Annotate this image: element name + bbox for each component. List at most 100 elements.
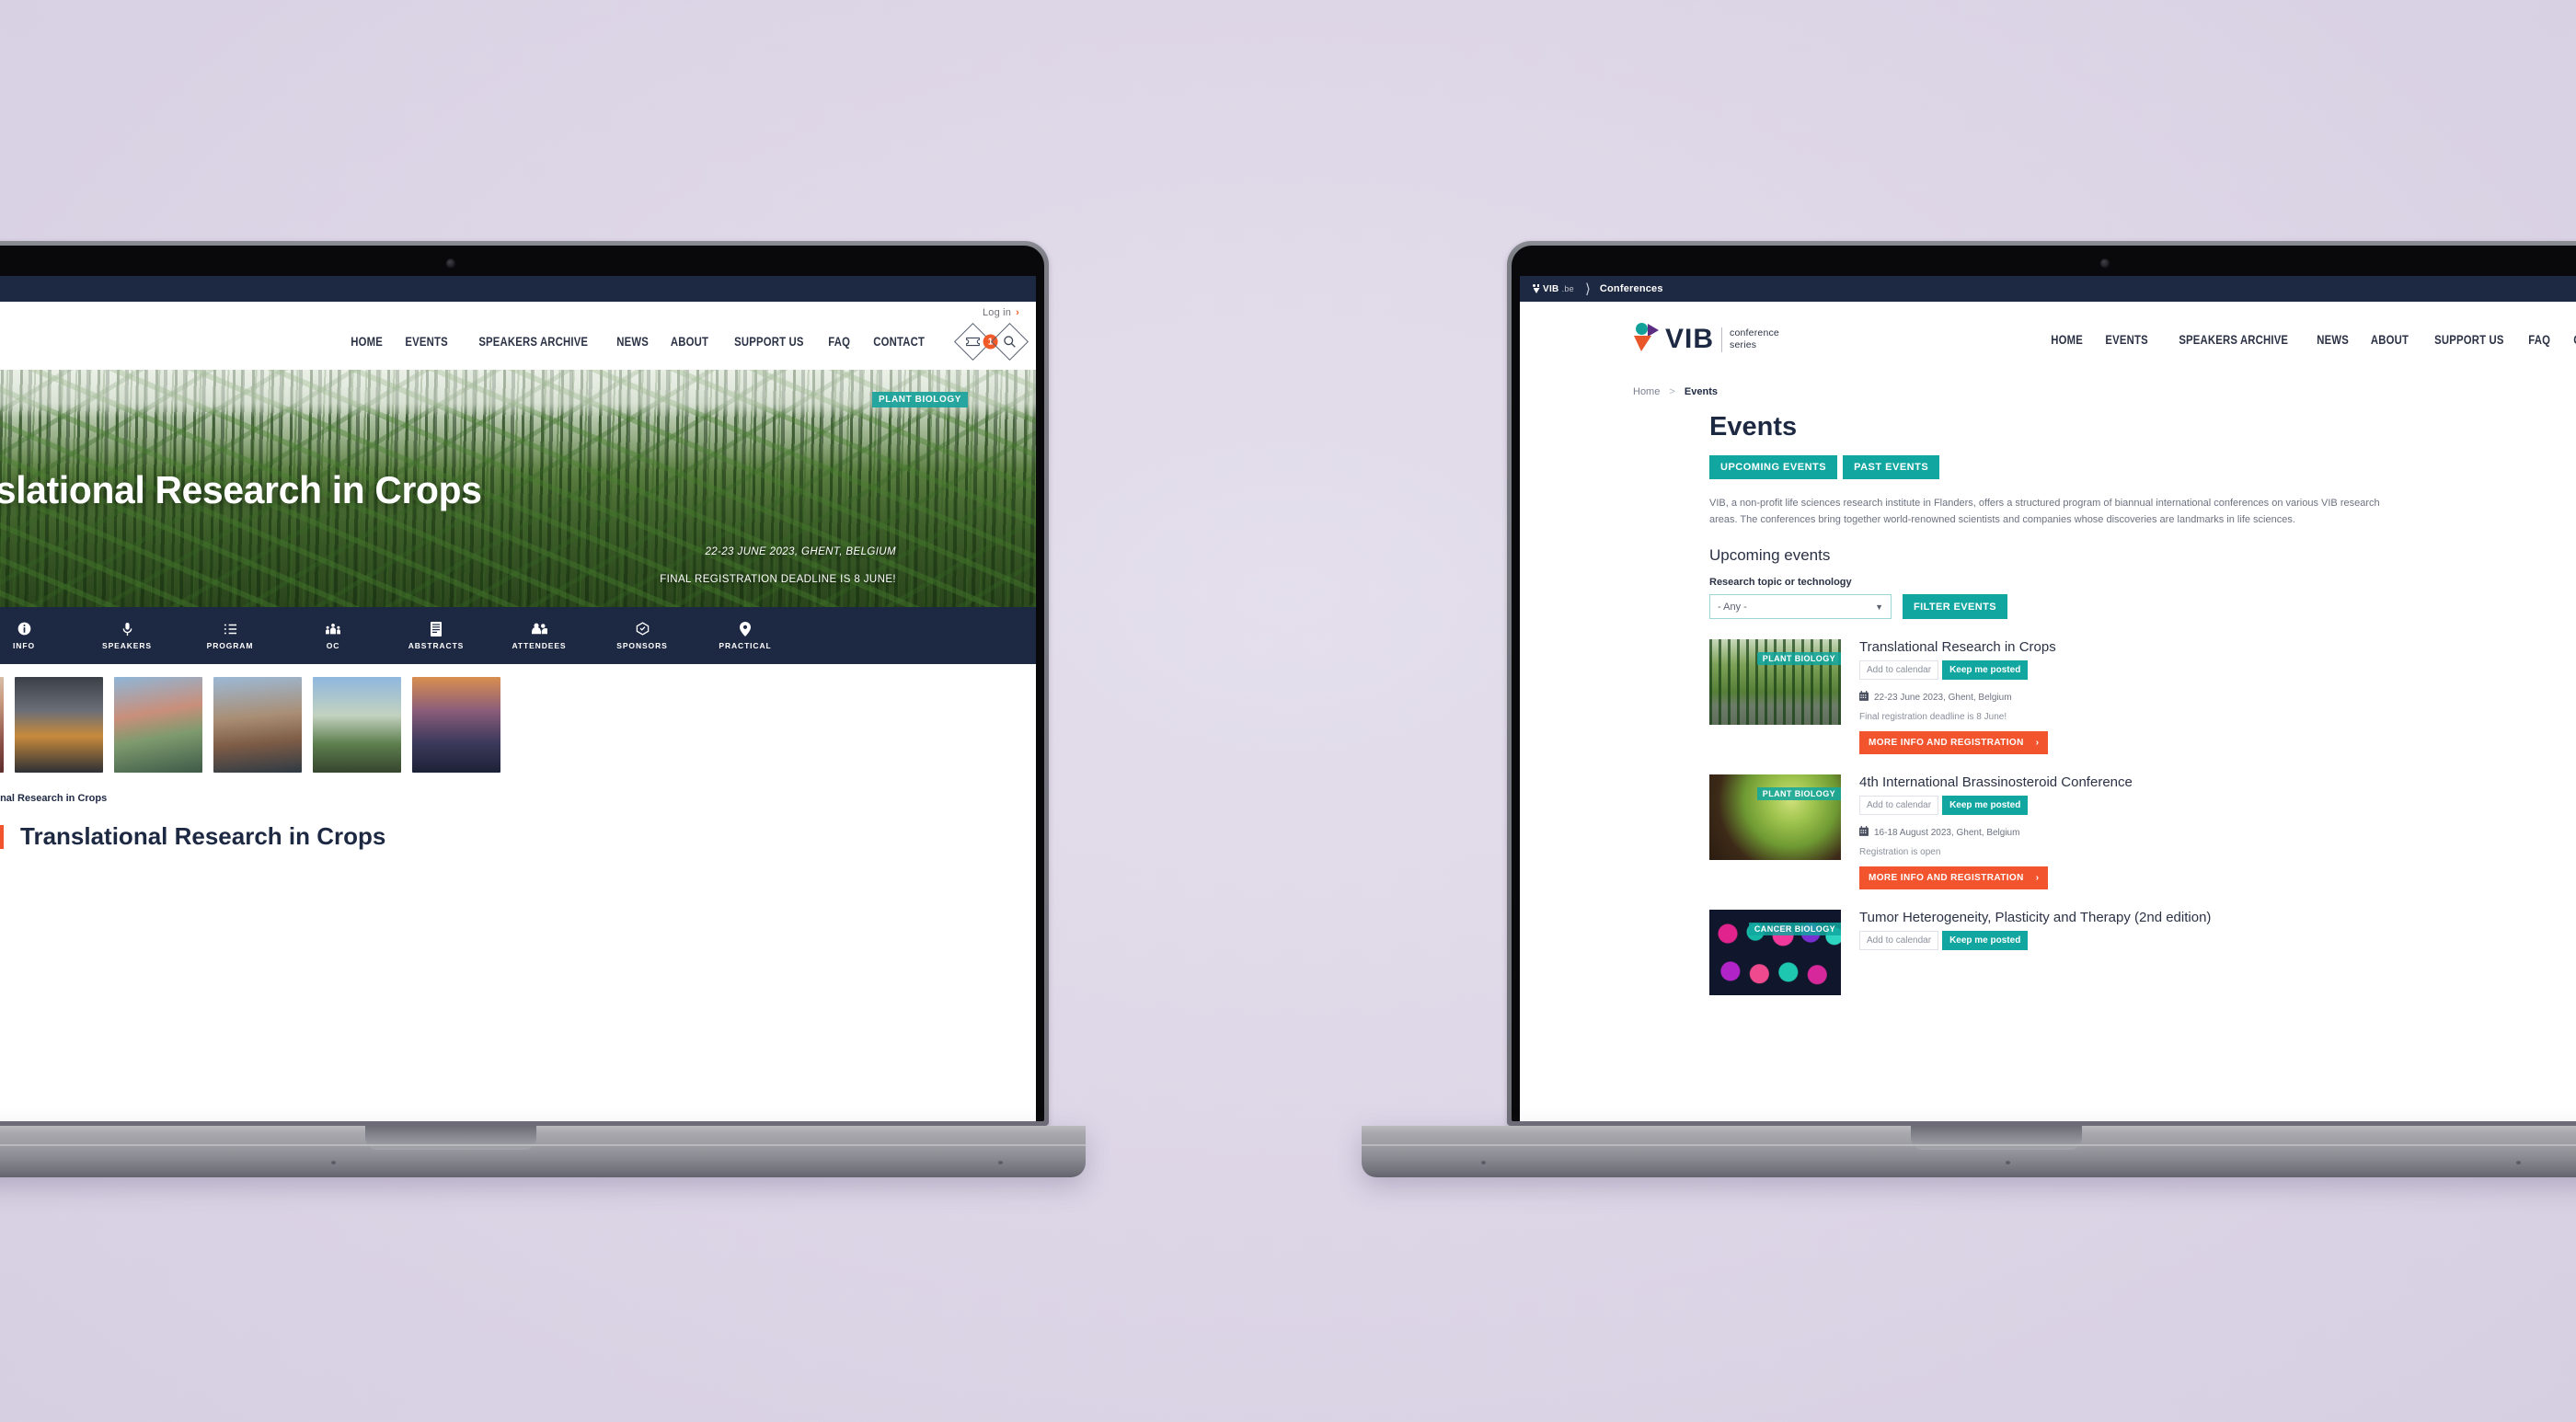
nav-item-support-us[interactable]: SUPPORT US	[2435, 333, 2504, 347]
anchor-label: INFO	[13, 641, 35, 650]
filter-events-button[interactable]: FILTER EVENTS	[1903, 594, 2007, 620]
anchor-label: OC	[326, 641, 340, 650]
more-info-registration-button[interactable]: MORE INFO AND REGISTRATION ›	[1859, 866, 2049, 890]
breadcrumb-current: Events	[1684, 386, 1718, 397]
nav-item-events[interactable]: EVENTS	[406, 335, 448, 349]
login-label: Log in	[982, 307, 1012, 318]
event-date-row: 16-18 August 2023, Ghent, Belgium	[1859, 826, 2576, 839]
logo-subtitle-line2: series	[1730, 339, 1757, 350]
nav-item-about[interactable]: ABOUT	[2371, 333, 2409, 347]
vib-person-icon	[1533, 283, 1540, 294]
anchor-info[interactable]: INFO	[0, 621, 75, 650]
left-laptop-notch	[365, 1126, 536, 1150]
gallery-image[interactable]	[114, 677, 202, 773]
right-laptop-lid: VIB .be ⟩ Conferences Log in VIB	[1507, 241, 2576, 1126]
anchor-speakers[interactable]: SPEAKERS	[75, 621, 178, 650]
anchor-oc[interactable]: OC	[282, 621, 385, 650]
filter-row: - Any - ▼ FILTER EVENTS	[1709, 594, 2576, 620]
event-actions: Add to calendar Keep me posted	[1859, 660, 2576, 681]
more-info-registration-button[interactable]: MORE INFO AND REGISTRATION ›	[1859, 731, 2049, 755]
nav-item-home[interactable]: HOME	[2051, 333, 2083, 347]
hero-deadline: FINAL REGISTRATION DEADLINE IS 8 JUNE!	[660, 574, 896, 585]
tab-past-events[interactable]: PAST EVENTS	[1843, 455, 1940, 479]
event-thumbnail[interactable]: PLANT BIOLOGY	[1709, 774, 1841, 861]
nav-item-support-us[interactable]: SUPPORT US	[735, 335, 804, 349]
hero-title: Translational Research in Crops	[0, 468, 482, 511]
anchor-sponsors[interactable]: SPONSORS	[591, 621, 694, 650]
nav-item-news[interactable]: NEWS	[616, 335, 649, 349]
nav-item-speakers-archive[interactable]: SPEAKERS ARCHIVE	[478, 335, 588, 349]
event-list-item[interactable]: PLANT BIOLOGY Translational Research in …	[1709, 639, 2576, 755]
gallery-image[interactable]	[213, 677, 302, 773]
anchor-practical[interactable]: PRACTICAL	[694, 621, 797, 650]
ticket-icon[interactable]: 1	[953, 322, 998, 361]
nav-item-home[interactable]: HOME	[351, 335, 383, 349]
anchor-label: PRACTICAL	[719, 641, 772, 650]
left-laptop-base	[0, 1126, 1086, 1177]
event-topic-tag: PLANT BIOLOGY	[1756, 652, 1841, 666]
left-laptop-lid: Log in› VIB conference series	[0, 241, 1049, 1126]
nav-item-faq[interactable]: FAQ	[2529, 333, 2551, 347]
nav-item-faq[interactable]: FAQ	[829, 335, 851, 349]
nav-item-speakers-archive[interactable]: SPEAKERS ARCHIVE	[2179, 333, 2288, 347]
event-date: 22-23 June 2023, Ghent, Belgium	[1874, 692, 2012, 703]
gallery-image[interactable]	[412, 677, 500, 773]
breadcrumb-separator: >	[1669, 386, 1675, 397]
event-list-item[interactable]: PLANT BIOLOGY 4th International Brassino…	[1709, 774, 2576, 890]
add-to-calendar-button[interactable]: Add to calendar	[1859, 931, 1939, 951]
add-to-calendar-button[interactable]: Add to calendar	[1859, 660, 1939, 681]
gallery-image[interactable]	[15, 677, 103, 773]
logo-wordmark: VIB	[1665, 324, 1715, 354]
anchor-label: ABSTRACTS	[408, 641, 465, 650]
event-details: Translational Research in Crops Add to c…	[1859, 639, 2576, 755]
event-status: Final registration deadline is 8 June!	[1859, 712, 2007, 723]
logo-subtitle-line1: conference	[1730, 327, 1779, 338]
event-date: 16-18 August 2023, Ghent, Belgium	[1874, 827, 2020, 838]
nav-item-news[interactable]: NEWS	[2317, 333, 2349, 347]
login-link[interactable]: Log in ›	[983, 307, 1019, 318]
vib-be-logo[interactable]: VIB .be	[1533, 283, 1574, 294]
chevron-right-icon: ›	[2035, 873, 2040, 884]
add-to-calendar-button[interactable]: Add to calendar	[1859, 796, 1939, 816]
event-thumbnail[interactable]: CANCER BIOLOGY	[1709, 910, 1841, 996]
gallery-image[interactable]	[0, 677, 4, 773]
calendar-icon	[1859, 691, 1869, 704]
keep-me-posted-button[interactable]: Keep me posted	[1942, 796, 2029, 816]
nav-item-contact[interactable]: CONTACT	[873, 335, 925, 349]
event-thumbnail[interactable]: PLANT BIOLOGY	[1709, 639, 1841, 726]
anchor-program[interactable]: PROGRAM	[178, 621, 282, 650]
anchor-label: SPEAKERS	[102, 641, 152, 650]
keep-me-posted-button[interactable]: Keep me posted	[1942, 931, 2029, 951]
event-title[interactable]: 4th International Brassinosteroid Confer…	[1859, 774, 2576, 790]
hero-topic-tag: PLANT BIOLOGY	[871, 392, 968, 407]
breadcrumb-home[interactable]: Home	[1633, 386, 1660, 397]
more-info-label: MORE INFO AND REGISTRATION	[1869, 873, 2024, 884]
logo-divider	[1721, 327, 1723, 352]
right-utility-bar: VIB .be ⟩ Conferences	[1520, 276, 2576, 302]
research-topic-select[interactable]: - Any - ▼	[1709, 594, 1892, 620]
event-title[interactable]: Tumor Heterogeneity, Plasticity and Ther…	[1859, 910, 2576, 925]
event-topic-tag: CANCER BIOLOGY	[1748, 923, 1841, 936]
chevron-down-icon: ▼	[1875, 602, 1883, 612]
section-heading-upcoming: Upcoming events	[1709, 546, 1831, 565]
filter-label: Research topic or technology	[1709, 577, 1852, 589]
site-logo[interactable]: VIB conference series	[1632, 322, 1779, 357]
tab-upcoming-events[interactable]: UPCOMING EVENTS	[1709, 455, 1838, 479]
document-icon	[431, 621, 442, 636]
event-list-item[interactable]: CANCER BIOLOGY Tumor Heterogeneity, Plas…	[1709, 910, 2576, 996]
nav-item-events[interactable]: EVENTS	[2106, 333, 2148, 347]
event-date-row: 22-23 June 2023, Ghent, Belgium	[1859, 691, 2576, 704]
left-nav-icons: 1	[953, 322, 1029, 361]
gallery-image[interactable]	[313, 677, 401, 773]
anchor-abstracts[interactable]: ABSTRACTS	[385, 621, 488, 650]
left-site-header: VIB conference series HOME EVENTS SPEAKE…	[0, 320, 1036, 370]
search-icon[interactable]	[990, 322, 1029, 361]
anchor-attendees[interactable]: ATTENDEES	[488, 621, 591, 650]
chevron-right-icon: ⟩	[1585, 281, 1591, 297]
left-laptop-bezel: Log in› VIB conference series	[0, 246, 1044, 1121]
event-title[interactable]: Translational Research in Crops	[1859, 639, 2576, 655]
nav-item-about[interactable]: ABOUT	[671, 335, 708, 349]
people-group-icon	[326, 621, 340, 636]
right-main-nav: HOME EVENTS SPEAKERS ARCHIVE NEWS ABOUT …	[2048, 327, 2576, 353]
keep-me-posted-button[interactable]: Keep me posted	[1942, 660, 2029, 681]
